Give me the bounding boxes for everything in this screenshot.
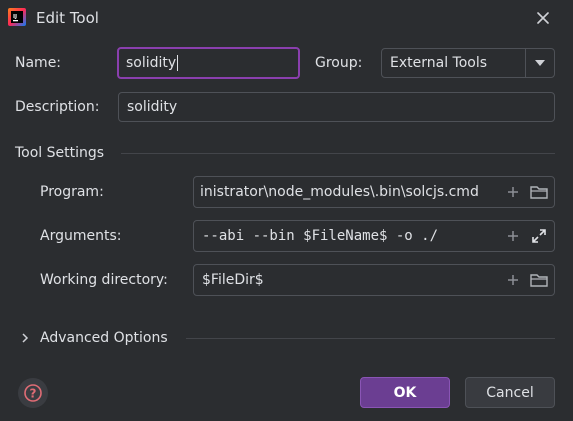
group-select[interactable]: External Tools	[381, 48, 555, 78]
svg-text:?: ?	[30, 387, 37, 401]
section-divider	[121, 153, 555, 154]
workdir-label: Working directory:	[40, 272, 168, 288]
ok-button[interactable]: OK	[360, 377, 450, 408]
program-label: Program:	[40, 184, 104, 200]
intellij-app-icon: IJ	[8, 8, 26, 26]
workdir-input[interactable]: $FileDir$	[193, 264, 555, 296]
advanced-divider	[186, 338, 555, 339]
plus-icon[interactable]	[504, 271, 522, 289]
group-label: Group:	[315, 55, 363, 71]
program-input[interactable]: inistrator\node_modules\.bin\solcjs.cmd	[193, 176, 555, 208]
workdir-input-value: $FileDir$	[202, 272, 264, 288]
plus-icon[interactable]	[504, 227, 522, 245]
chevron-right-icon[interactable]	[18, 331, 32, 345]
chevron-down-icon[interactable]	[525, 49, 554, 77]
name-input-value: solidity	[126, 55, 177, 71]
title-bar: IJ Edit Tool	[0, 0, 573, 36]
cancel-button[interactable]: Cancel	[465, 377, 555, 408]
help-icon[interactable]: ?	[18, 378, 48, 408]
description-input-value: solidity	[127, 99, 178, 115]
name-input[interactable]: solidity	[117, 47, 300, 79]
arguments-input-value: --abi --bin $FileName$ -o ./	[202, 228, 439, 244]
folder-icon[interactable]	[530, 271, 548, 289]
folder-icon[interactable]	[530, 183, 548, 201]
program-input-value: inistrator\node_modules\.bin\solcjs.cmd	[200, 184, 479, 200]
advanced-options-toggle[interactable]: Advanced Options	[40, 330, 168, 346]
name-label: Name:	[15, 55, 62, 71]
svg-text:IJ: IJ	[13, 14, 17, 20]
close-icon[interactable]	[533, 8, 553, 28]
tool-settings-heading: Tool Settings	[15, 145, 105, 161]
description-label: Description:	[15, 99, 100, 115]
expand-icon[interactable]	[530, 227, 548, 245]
description-input[interactable]: solidity	[118, 92, 555, 122]
text-caret	[177, 55, 179, 71]
arguments-label: Arguments:	[40, 228, 122, 244]
group-select-value: External Tools	[390, 55, 488, 71]
arguments-input[interactable]: --abi --bin $FileName$ -o ./	[193, 220, 555, 252]
window-title: Edit Tool	[36, 9, 99, 27]
plus-icon[interactable]	[504, 183, 522, 201]
